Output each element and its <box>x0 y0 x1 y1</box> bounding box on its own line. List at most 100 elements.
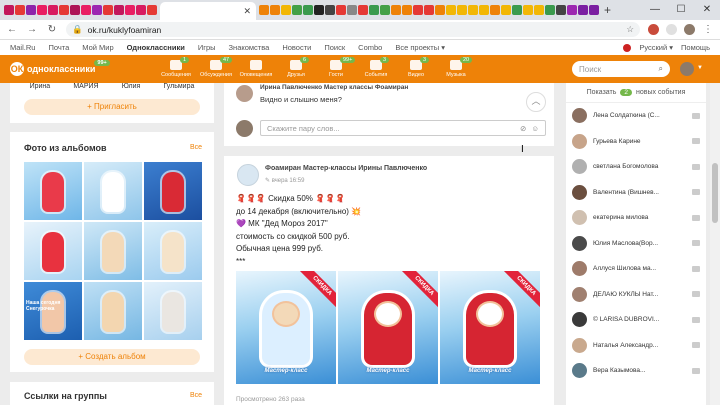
tab-favicon[interactable] <box>479 5 489 15</box>
ok-nav-3[interactable]: Друзья 6 <box>276 55 316 83</box>
tab-favicon[interactable] <box>70 5 80 15</box>
album-photo[interactable]: Наша сегодня Снегурочка <box>24 282 82 340</box>
tab-close-icon[interactable]: ✕ <box>243 6 251 17</box>
event-avatar[interactable] <box>572 286 587 302</box>
tab-favicon[interactable] <box>92 5 102 15</box>
album-photo[interactable] <box>24 222 82 280</box>
event-avatar[interactable] <box>572 159 587 175</box>
menu-dots-icon[interactable]: ⋮ <box>702 24 714 35</box>
portal-link[interactable]: Mail.Ru <box>10 43 35 52</box>
profile-avatar[interactable] <box>684 24 695 35</box>
event-name[interactable]: © LARISA DUBROVI... <box>593 316 686 323</box>
help-link[interactable]: Помощь <box>681 43 710 52</box>
envelope-icon[interactable] <box>692 112 700 119</box>
event-avatar[interactable] <box>572 363 587 379</box>
group-links-all-link[interactable]: Все <box>190 392 202 399</box>
event-name[interactable]: светлана Богомолова <box>593 163 686 170</box>
bookmark-star-icon[interactable]: ☆ <box>626 24 634 35</box>
extension-icon[interactable] <box>648 24 659 35</box>
portal-link[interactable]: Мой Мир <box>82 43 113 52</box>
tab-favicon[interactable] <box>314 5 324 15</box>
event-avatar[interactable] <box>572 312 587 328</box>
event-row[interactable]: екатерина милова <box>566 205 706 231</box>
tab-favicon[interactable] <box>534 5 544 15</box>
comment-input[interactable]: Скажите пару слов... ⊘ ☺ <box>260 120 546 136</box>
photo-albums-all-link[interactable]: Все <box>190 144 202 151</box>
tab-favicon[interactable] <box>125 5 135 15</box>
tab-favicon[interactable] <box>567 5 577 15</box>
event-name[interactable]: Юлия Маслова(Вор... <box>593 240 686 247</box>
maximize-icon[interactable]: ☐ <box>668 0 694 20</box>
tab-favicon[interactable] <box>114 5 124 15</box>
group-avatar[interactable] <box>237 164 259 186</box>
url-field[interactable]: 🔒 ok.ru/kuklyfoamiran ☆ <box>66 22 640 37</box>
event-row[interactable]: Вера Казымова... <box>566 358 706 384</box>
post-author[interactable]: Фоамиран Мастер-классы Ирины Павлюченко <box>265 165 427 172</box>
page-scrollbar[interactable] <box>710 83 720 405</box>
ok-search-input[interactable]: Поиск ⌕ <box>572 61 670 77</box>
tab-favicon[interactable] <box>26 5 36 15</box>
tab-favicon[interactable] <box>369 5 379 15</box>
tab-favicon[interactable] <box>446 5 456 15</box>
portal-link[interactable]: Новости <box>282 43 311 52</box>
grid-extension-icon[interactable] <box>666 24 677 35</box>
ok-nav-1[interactable]: Обсуждения 47 <box>196 55 236 83</box>
language-select[interactable]: Русский ▾ <box>639 43 673 52</box>
tab-favicon[interactable] <box>81 5 91 15</box>
tab-favicon[interactable] <box>523 5 533 15</box>
event-avatar[interactable] <box>572 337 587 353</box>
tab-favicon[interactable] <box>457 5 467 15</box>
event-name[interactable]: Лена Солдаткина (С... <box>593 112 686 119</box>
tab-favicon[interactable] <box>281 5 291 15</box>
event-row[interactable]: Аллуся Шилова ма... <box>566 256 706 282</box>
tab-favicon[interactable] <box>336 5 346 15</box>
envelope-icon[interactable] <box>692 240 700 247</box>
event-name[interactable]: Наталья Александр... <box>593 342 686 349</box>
create-album-button[interactable]: + Создать альбом <box>24 349 200 365</box>
event-name[interactable]: Вера Казымова... <box>593 367 686 374</box>
tab-favicon[interactable] <box>303 5 313 15</box>
post-image[interactable]: СКИДКА Мастер-класс <box>338 271 438 384</box>
tab-favicon[interactable] <box>358 5 368 15</box>
tab-favicon[interactable] <box>136 5 146 15</box>
album-photo[interactable] <box>24 162 82 220</box>
event-name[interactable]: ДЕЛАЮ КУКЛЫ Нат... <box>593 291 686 298</box>
tab-favicon[interactable] <box>512 5 522 15</box>
tab-favicon[interactable] <box>490 5 500 15</box>
event-row[interactable]: Валентина (Вишнев... <box>566 180 706 206</box>
portal-link[interactable]: Игры <box>198 43 216 52</box>
tab-favicon[interactable] <box>545 5 555 15</box>
minimize-icon[interactable]: — <box>642 0 668 20</box>
chevron-down-icon[interactable]: ▼ <box>697 65 703 71</box>
ok-nav-2[interactable]: Оповещения <box>236 55 276 83</box>
tab-favicon[interactable] <box>402 5 412 15</box>
new-tab-icon[interactable]: + <box>604 3 611 17</box>
envelope-icon[interactable] <box>692 342 700 349</box>
tab-favicon[interactable] <box>37 5 47 15</box>
friend-name[interactable]: Юлия <box>122 83 141 90</box>
smiley-icon[interactable]: ☺ <box>531 124 539 133</box>
album-photo[interactable] <box>144 162 202 220</box>
tab-favicon[interactable] <box>424 5 434 15</box>
scroll-thumb[interactable] <box>712 163 718 223</box>
tab-favicon[interactable] <box>501 5 511 15</box>
post-image[interactable]: СКИДКА Мастер-класс <box>440 271 540 384</box>
reload-icon[interactable]: ↻ <box>46 24 58 35</box>
tab-favicon[interactable] <box>556 5 566 15</box>
event-row[interactable]: Наталья Александр... <box>566 333 706 359</box>
tab-favicon[interactable] <box>391 5 401 15</box>
portal-link[interactable]: Знакомства <box>229 43 270 52</box>
event-row[interactable]: светлана Богомолова <box>566 154 706 180</box>
envelope-icon[interactable] <box>692 316 700 323</box>
user-avatar[interactable] <box>680 62 694 76</box>
event-avatar[interactable] <box>572 210 587 226</box>
tab-favicon[interactable] <box>347 5 357 15</box>
event-avatar[interactable] <box>572 133 587 149</box>
invite-button[interactable]: + Пригласить <box>24 99 200 115</box>
tab-favicon[interactable] <box>589 5 599 15</box>
ok-nav-0[interactable]: Сообщения 1 <box>156 55 196 83</box>
tab-favicon[interactable] <box>325 5 335 15</box>
album-photo[interactable] <box>144 222 202 280</box>
envelope-icon[interactable] <box>692 265 700 272</box>
tab-favicon[interactable] <box>270 5 280 15</box>
